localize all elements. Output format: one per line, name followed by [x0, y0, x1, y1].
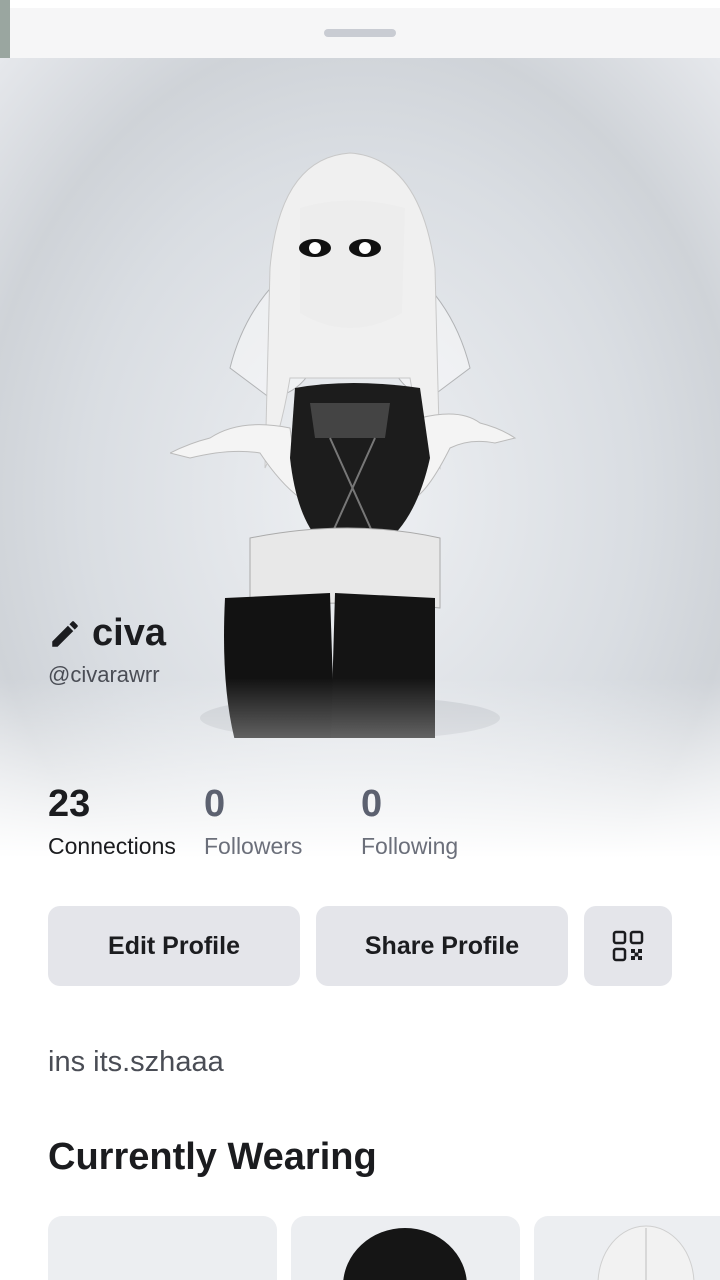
black-hair-item-thumbnail — [343, 1228, 467, 1280]
stat-followers[interactable]: 0 Followers — [204, 782, 302, 862]
display-name-row[interactable]: civa — [48, 612, 166, 655]
qr-code-button[interactable] — [584, 906, 672, 986]
wearing-item-card[interactable] — [534, 1216, 720, 1280]
stat-value: 23 — [48, 783, 91, 825]
stat-label: Connections — [48, 833, 176, 859]
avatar-stage — [0, 58, 720, 858]
white-hair-item-thumbnail — [597, 1225, 695, 1280]
qr-code-icon — [612, 930, 644, 962]
currently-wearing-heading: Currently Wearing — [48, 1136, 377, 1178]
stat-value: 0 — [361, 783, 383, 825]
avatar-3d-render — [170, 152, 517, 738]
currently-wearing-list — [48, 1216, 720, 1280]
wearing-item-card[interactable] — [291, 1216, 520, 1280]
stat-label: Following — [361, 833, 459, 859]
display-name: civa — [92, 612, 166, 654]
share-profile-button[interactable]: Share Profile — [316, 906, 568, 986]
pencil-icon[interactable] — [48, 617, 82, 651]
wearing-item-card[interactable] — [48, 1216, 277, 1280]
stat-value: 0 — [204, 783, 226, 825]
edit-profile-button[interactable]: Edit Profile — [48, 906, 300, 986]
profile-stats: 23 Connections 0 Followers 0 Following — [48, 782, 688, 862]
stat-label: Followers — [204, 833, 303, 859]
stat-connections[interactable]: 23 Connections — [48, 782, 176, 862]
drag-handle[interactable] — [324, 29, 396, 37]
profile-bio: ins its.szhaaa — [48, 1046, 224, 1078]
username: @civarawrr — [48, 662, 160, 687]
sheet-header — [0, 0, 720, 70]
stat-following[interactable]: 0 Following — [361, 782, 458, 862]
